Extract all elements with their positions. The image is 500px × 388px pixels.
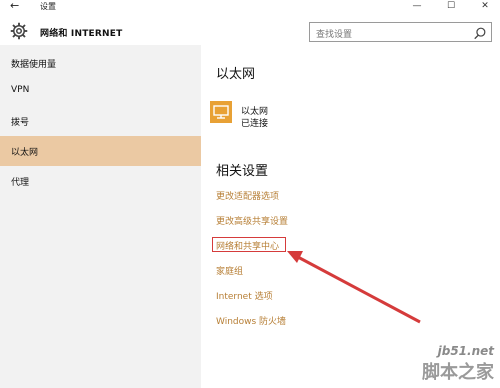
sidebar-item-label: 代理 — [11, 178, 30, 188]
watermark: jb51.net 脚本之家 — [422, 344, 494, 384]
sidebar-item-dialup[interactable]: 拨号 — [0, 106, 201, 136]
main-content: 以太网 以太网 已连接 相关设置 更改适配器选项 更改高级共享设置 网络和共享中… — [201, 45, 500, 388]
link-adapter-options[interactable]: 更改适配器选项 — [216, 189, 279, 202]
watermark-name: 脚本之家 — [422, 362, 494, 383]
section-heading-related: 相关设置 — [216, 164, 269, 179]
back-arrow-icon[interactable]: ← — [10, 0, 24, 14]
gear-icon — [10, 22, 28, 40]
title-bar: ← 设置 — ☐ ✕ — [0, 0, 500, 14]
close-button[interactable]: ✕ — [474, 0, 496, 14]
link-internet-options[interactable]: Internet 选项 — [216, 289, 273, 302]
app-header: 网络和 INTERNET 查找设置 — [0, 14, 500, 48]
sidebar-item-label: VPN — [11, 85, 30, 95]
page-title: 网络和 INTERNET — [40, 29, 123, 39]
sidebar-item-proxy[interactable]: 代理 — [0, 166, 201, 196]
sidebar-item-label: 拨号 — [11, 118, 30, 128]
link-advanced-sharing[interactable]: 更改高级共享设置 — [216, 214, 288, 227]
search-icon[interactable] — [473, 26, 487, 40]
monitor-network-icon[interactable] — [210, 101, 232, 123]
link-windows-firewall[interactable]: Windows 防火墙 — [216, 314, 286, 327]
sidebar-item-vpn[interactable]: VPN — [0, 76, 201, 106]
maximize-button[interactable]: ☐ — [440, 0, 462, 14]
minimize-button[interactable]: — — [406, 0, 428, 14]
sidebar: 数据使用量 VPN 拨号 以太网 代理 — [0, 45, 201, 388]
ethernet-status: 已连接 — [241, 119, 269, 129]
watermark-url: jb51.net — [437, 344, 494, 358]
search-placeholder: 查找设置 — [316, 30, 353, 40]
sidebar-item-label: 以太网 — [11, 148, 39, 158]
sidebar-item-ethernet[interactable]: 以太网 — [0, 136, 201, 166]
sidebar-item-label: 数据使用量 — [11, 60, 57, 70]
section-heading-ethernet: 以太网 — [216, 67, 256, 82]
window-title: 设置 — [40, 2, 56, 11]
annotation-highlight-box — [212, 237, 286, 252]
sidebar-item-data-usage[interactable]: 数据使用量 — [0, 48, 201, 78]
search-input[interactable]: 查找设置 — [309, 22, 492, 42]
link-homegroup[interactable]: 家庭组 — [216, 264, 243, 277]
